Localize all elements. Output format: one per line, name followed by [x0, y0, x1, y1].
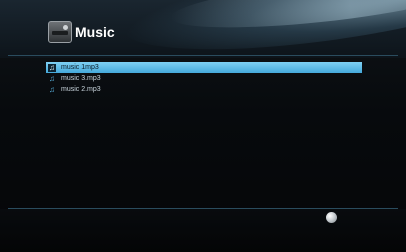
- footer-bar: [0, 209, 406, 252]
- list-item-label: music 1mp3: [61, 64, 99, 71]
- music-note-icon: ♫: [48, 62, 56, 72]
- music-note-icon: ♫: [49, 84, 55, 94]
- page-title-group: Music: [48, 20, 115, 44]
- disc-icon: [326, 212, 337, 223]
- header-divider: [8, 55, 398, 56]
- list-item-music-2[interactable]: ♫ music 2.mp3: [46, 84, 362, 95]
- music-note-icon: ♫: [49, 73, 55, 83]
- list-item-music-3[interactable]: ♫ music 3.mp3: [46, 73, 362, 84]
- music-browser-screen: Music ♫ music 1mp3 ♫ music 3.mp3 ♫ music…: [0, 0, 406, 252]
- music-folder-icon-dot: [63, 25, 68, 30]
- list-item-label: music 3.mp3: [61, 75, 101, 82]
- list-item-label: music 2.mp3: [61, 86, 101, 93]
- music-file-list: ♫ music 1mp3 ♫ music 3.mp3 ♫ music 2.mp3: [46, 62, 362, 95]
- page-title: Music: [75, 24, 115, 40]
- list-item-music-1[interactable]: ♫ music 1mp3: [46, 62, 362, 73]
- music-folder-icon-bar: [52, 31, 68, 35]
- music-folder-icon: [48, 21, 72, 43]
